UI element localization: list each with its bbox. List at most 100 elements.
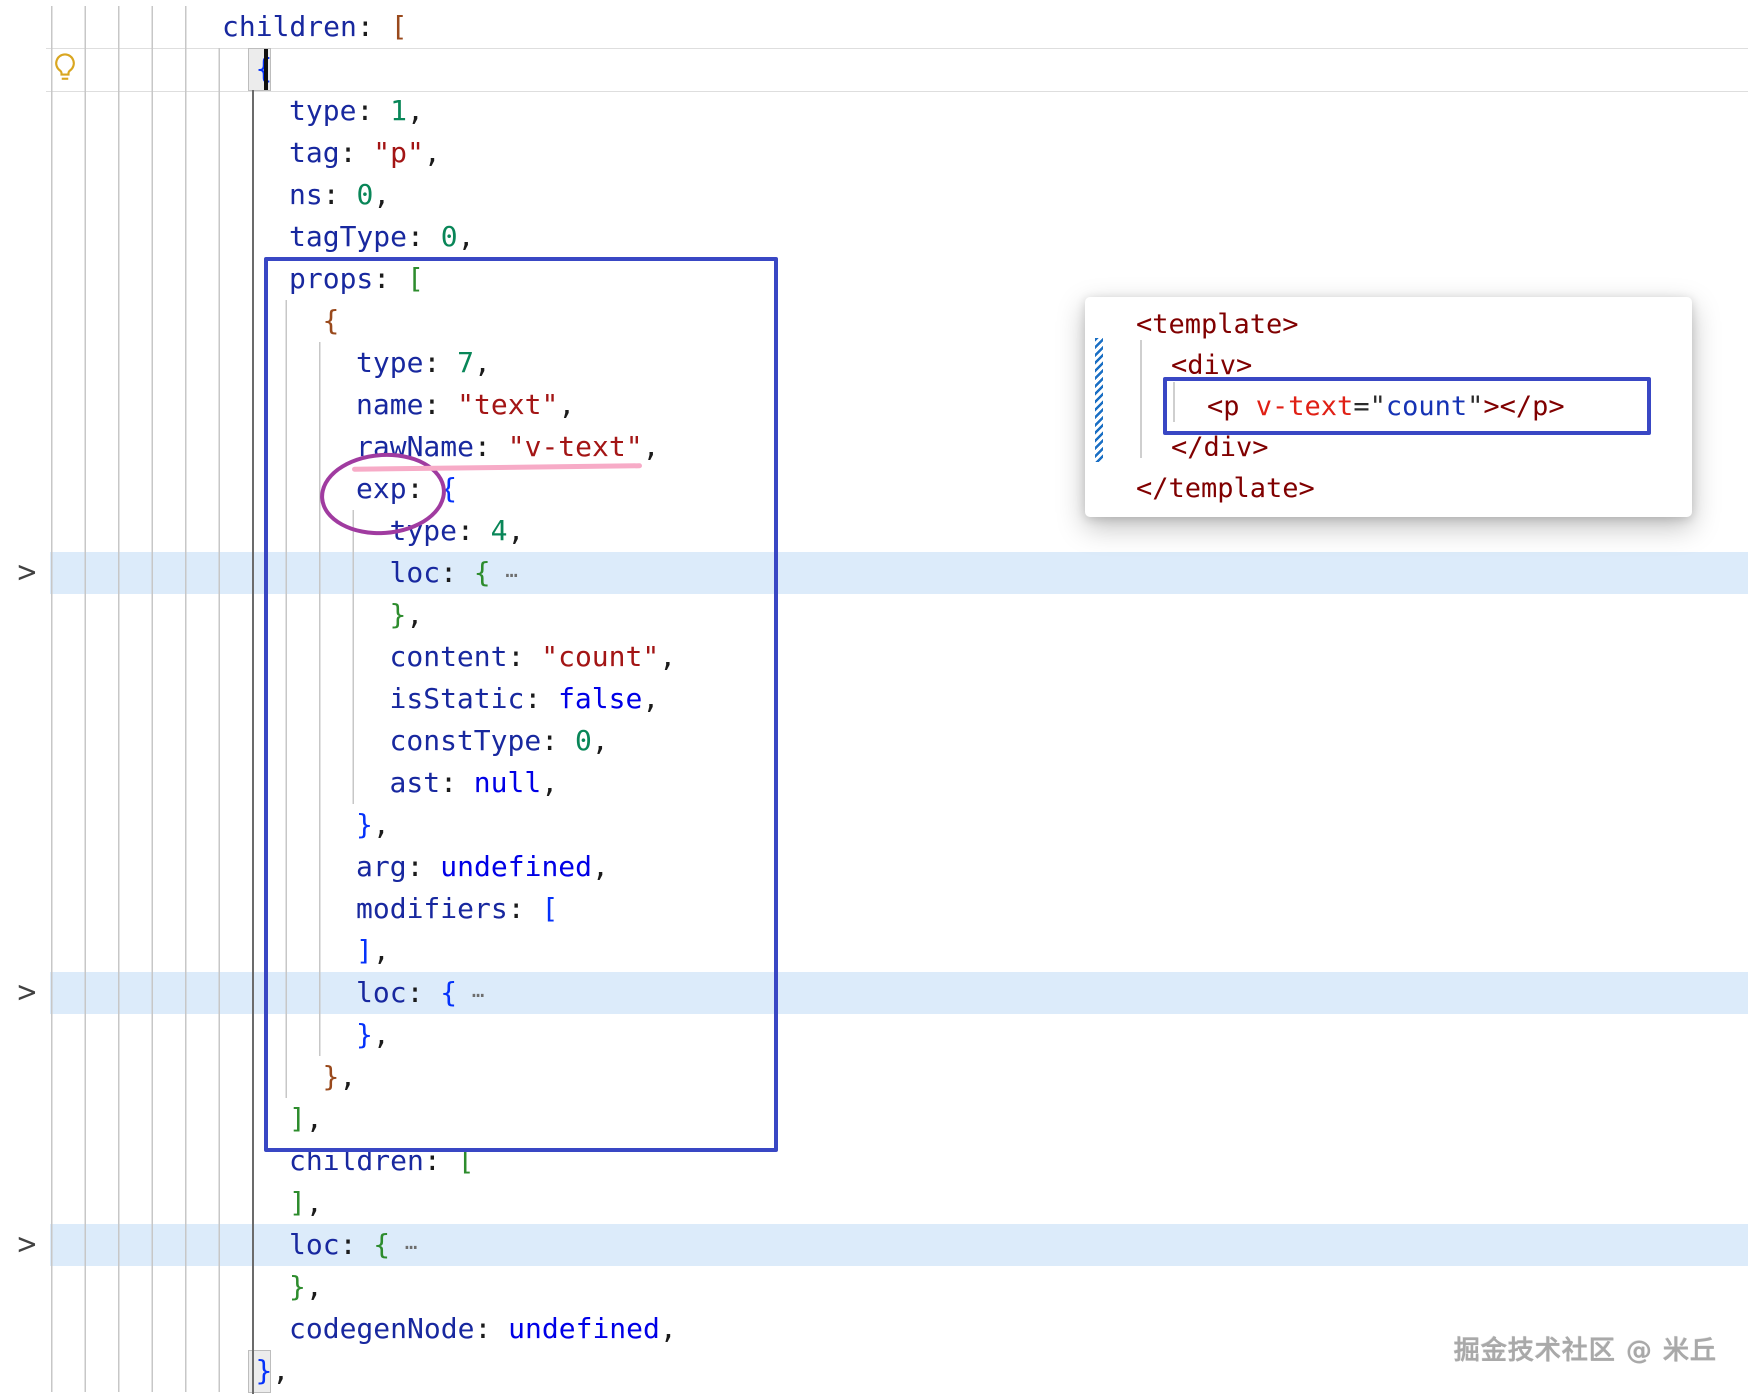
code-line[interactable]: tagType: 0,: [0, 216, 1748, 258]
code-token: loc: [389, 556, 441, 589]
code-token: <div>: [1171, 350, 1253, 381]
fold-chevron-icon[interactable]: >: [16, 979, 42, 1009]
code-token: :: [339, 1228, 374, 1261]
code-line[interactable]: ],: [0, 930, 1748, 972]
code-token: :: [322, 178, 357, 211]
watermark: 掘金技术社区 @ 米丘: [1453, 1336, 1717, 1366]
active-indent-guide: [252, 90, 254, 1394]
code-token: </template>: [1136, 473, 1315, 504]
code-line[interactable]: tag: "p",: [0, 132, 1748, 174]
code-token: ,: [659, 1312, 677, 1345]
code-token: tag: [289, 136, 340, 169]
code-line[interactable]: constType: 0,: [0, 720, 1748, 762]
code-line[interactable]: children: [: [0, 6, 1748, 48]
fold-chevron-icon[interactable]: >: [16, 1231, 42, 1261]
code-token: ,: [305, 1102, 323, 1135]
code-token: [: [457, 1144, 475, 1177]
code-line[interactable]: modifiers: [: [0, 888, 1748, 930]
code-line[interactable]: type: 1,: [0, 90, 1748, 132]
code-token: 1: [390, 94, 408, 127]
code-token: tagType: [289, 220, 408, 253]
code-token: =: [1353, 391, 1370, 422]
template-code-line: <div>: [1085, 345, 1692, 386]
code-line[interactable]: },: [0, 804, 1748, 846]
code-token: :: [406, 472, 441, 505]
code-token: ,: [591, 724, 609, 757]
code-token: }: [322, 1060, 340, 1093]
code-token: ,: [474, 346, 491, 379]
fold-chevron-icon[interactable]: >: [16, 559, 42, 589]
code-line[interactable]: loc: { ⋯: [0, 972, 1748, 1014]
code-line[interactable]: ],: [0, 1098, 1748, 1140]
code-line[interactable]: content: "count",: [0, 636, 1748, 678]
code-line[interactable]: },: [0, 594, 1748, 636]
code-token: arg: [356, 850, 407, 883]
template-code-line: <template>: [1085, 304, 1692, 345]
code-token: false: [558, 682, 643, 715]
code-token: :: [406, 850, 441, 883]
code-token: ]: [289, 1186, 306, 1219]
code-line[interactable]: arg: undefined,: [0, 846, 1748, 888]
code-line[interactable]: loc: { ⋯: [0, 552, 1748, 594]
code-token: "p": [373, 136, 424, 169]
code-token: ,: [507, 514, 525, 547]
code-line[interactable]: },: [0, 1266, 1748, 1308]
code-token: {: [373, 1228, 391, 1261]
code-token: count: [1385, 391, 1468, 422]
code-line[interactable]: loc: { ⋯: [0, 1224, 1748, 1266]
code-token: :: [423, 346, 458, 379]
code-token: :: [339, 136, 374, 169]
code-token: :: [474, 1312, 509, 1345]
template-code-line: </div>: [1085, 427, 1692, 468]
code-token: 0: [440, 220, 458, 253]
code-token: :: [541, 724, 575, 757]
code-token: "v-text": [507, 430, 643, 463]
code-token: <p: [1207, 391, 1256, 422]
code-line[interactable]: ns: 0,: [0, 174, 1748, 216]
code-line[interactable]: },: [0, 1056, 1748, 1098]
code-token: ,: [659, 640, 677, 673]
code-token: 7: [457, 346, 475, 379]
code-token: ,: [558, 388, 576, 421]
code-token: :: [507, 640, 542, 673]
code-line[interactable]: ],: [0, 1182, 1748, 1224]
code-area[interactable]: children: [{type: 1,tag: "p",ns: 0,tagTy…: [0, 6, 1748, 1392]
code-line[interactable]: ast: null,: [0, 762, 1748, 804]
code-token: v-text: [1255, 391, 1354, 422]
code-line[interactable]: {: [0, 48, 1748, 90]
code-token: }: [389, 598, 407, 631]
code-token: ,: [406, 598, 424, 631]
code-token: constType: [389, 724, 542, 757]
code-token: null: [473, 766, 542, 799]
code-token: exp: [356, 472, 407, 505]
code-token: ,: [372, 1018, 390, 1051]
folded-code-ellipsis: ⋯: [490, 563, 520, 587]
code-line[interactable]: children: [: [0, 1140, 1748, 1182]
code-token: loc: [289, 1228, 340, 1261]
code-token: ></p>: [1483, 391, 1565, 422]
code-token: children: [289, 1144, 424, 1177]
code-token: type: [289, 94, 357, 127]
text-cursor: [264, 49, 268, 90]
template-snippet-card: <template> <div> <p v-text="count"></p> </d…: [1085, 297, 1692, 517]
code-token: ,: [305, 1186, 323, 1219]
folded-code-ellipsis: ⋯: [390, 1235, 420, 1259]
code-token: [: [407, 262, 424, 295]
lightbulb-icon[interactable]: [50, 51, 80, 85]
code-line[interactable]: isStatic: false,: [0, 678, 1748, 720]
code-token: ,: [407, 94, 424, 127]
code-line[interactable]: },: [0, 1014, 1748, 1056]
code-token: :: [474, 430, 508, 463]
code-token: ns: [289, 178, 323, 211]
code-token: loc: [356, 976, 407, 1009]
code-token: :: [524, 682, 559, 715]
code-token: :: [456, 514, 491, 547]
code-token: "text": [457, 388, 559, 421]
code-token: undefined: [440, 850, 593, 883]
code-token: :: [440, 766, 474, 799]
code-token: name: [356, 388, 424, 421]
code-token: :: [356, 94, 391, 127]
code-line[interactable]: props: [: [0, 258, 1748, 300]
code-token: ,: [642, 430, 660, 463]
code-token: type: [356, 346, 424, 379]
